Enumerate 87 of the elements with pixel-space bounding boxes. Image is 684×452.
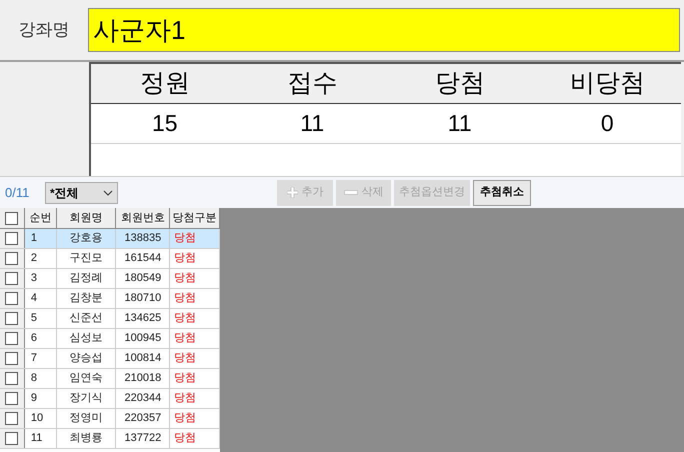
column-header: 비당첨	[570, 68, 645, 99]
table-cell: 100945	[116, 329, 170, 348]
table-row[interactable]: 11 최병룡 137722 당첨	[0, 429, 220, 449]
table-cell: 장기식	[56, 389, 116, 408]
table-cell: 2	[24, 249, 57, 268]
column-header[interactable]: 당첨구분	[170, 208, 220, 228]
checkbox[interactable]	[5, 392, 18, 405]
table-cell: 9	[24, 389, 57, 408]
checkbox[interactable]	[5, 372, 18, 385]
table-row[interactable]: 2 구진모 161544 당첨	[0, 249, 220, 269]
table-cell: 신준선	[56, 309, 116, 328]
table-row[interactable]: 6 심성보 100945 당첨	[0, 329, 220, 349]
table-cell: 137722	[116, 429, 170, 448]
table-row[interactable]: 3 김정례 180549 당첨	[0, 269, 220, 289]
table-cell: 심성보	[56, 329, 116, 348]
toolbar-button[interactable]: 추첨취소	[473, 180, 531, 206]
table-row[interactable]: 9 장기식 220344 당첨	[0, 389, 220, 409]
table-cell: 180710	[116, 289, 170, 308]
column-header[interactable]: 순번	[24, 208, 57, 228]
column-header[interactable]: 회원명	[56, 208, 116, 228]
table-cell: 당첨	[170, 369, 220, 388]
table-row[interactable]: 4 김창분 180710 당첨	[0, 289, 220, 309]
filter-dropdown[interactable]: *전체	[45, 182, 118, 204]
table-row[interactable]: 7 양승섭 100814 당첨	[0, 349, 220, 369]
checkbox[interactable]	[5, 352, 18, 365]
table-cell: 김정례	[56, 269, 116, 288]
summary-value: 15	[152, 109, 178, 138]
table-row[interactable]: 8 임연숙 210018 당첨	[0, 369, 220, 389]
table-cell: 강호용	[56, 229, 116, 248]
table-cell: 당첨	[170, 269, 220, 288]
table-cell: 10	[24, 409, 57, 428]
summary-value: 0	[600, 109, 614, 138]
course-label: 강좌명	[18, 19, 70, 42]
checkbox[interactable]	[5, 332, 18, 345]
table-cell: 구진모	[56, 249, 116, 268]
table-cell: 220344	[116, 389, 170, 408]
minus-icon	[344, 190, 358, 195]
table-cell: 6	[24, 329, 57, 348]
table-cell: 210018	[116, 369, 170, 388]
count-text: 0/11	[5, 184, 30, 202]
chevron-down-icon	[103, 190, 113, 196]
table-cell: 1	[24, 229, 57, 248]
table-cell: 정영미	[56, 409, 116, 428]
checkbox[interactable]	[5, 292, 18, 305]
course-name-field[interactable]: 사군자1	[88, 8, 680, 52]
table-cell: 당첨	[170, 229, 220, 248]
checkbox[interactable]	[5, 212, 18, 224]
table-cell: 3	[24, 269, 57, 288]
checkbox[interactable]	[5, 432, 18, 445]
table-row[interactable]: 1 강호용 138835 당첨	[0, 229, 220, 249]
checkbox[interactable]	[5, 272, 18, 285]
table-cell: 8	[24, 369, 57, 388]
table-row[interactable]: 5 신준선 134625 당첨	[0, 309, 220, 329]
checkbox[interactable]	[5, 412, 18, 425]
table-cell: 당첨	[170, 349, 220, 368]
table-cell: 최병룡	[56, 429, 116, 448]
table-cell: 7	[24, 349, 57, 368]
table-cell: 당첨	[170, 249, 220, 268]
checkbox[interactable]	[5, 312, 18, 325]
table-cell: 당첨	[170, 429, 220, 448]
table-cell: 180549	[116, 269, 170, 288]
summary-value: 11	[448, 109, 472, 138]
table-cell: 양승섭	[56, 349, 116, 368]
column-header[interactable]: 회원번호	[116, 208, 170, 228]
table-cell: 134625	[116, 309, 170, 328]
table-cell: 당첨	[170, 409, 220, 428]
column-header: 당첨	[434, 68, 485, 99]
table-cell: 100814	[116, 349, 170, 368]
table-row[interactable]: 10 정영미 220357 당첨	[0, 409, 220, 429]
table-cell: 당첨	[170, 329, 220, 348]
table-cell: 당첨	[170, 289, 220, 308]
summary-value: 11	[300, 109, 324, 138]
table-cell: 220357	[116, 409, 170, 428]
table-cell: 4	[24, 289, 57, 308]
column-header: 정원	[140, 68, 190, 99]
checkbox[interactable]	[5, 252, 18, 265]
table-cell: 138835	[116, 229, 170, 248]
table-cell: 161544	[116, 249, 170, 268]
plus-icon	[286, 187, 298, 198]
table-cell: 당첨	[170, 389, 220, 408]
checkbox[interactable]	[5, 232, 18, 245]
table-cell: 임연숙	[56, 369, 116, 388]
column-header: 접수	[287, 68, 338, 99]
table-cell: 5	[24, 309, 57, 328]
table-cell: 김창분	[56, 289, 116, 308]
table-cell: 당첨	[170, 309, 220, 328]
table-cell: 11	[24, 429, 57, 448]
